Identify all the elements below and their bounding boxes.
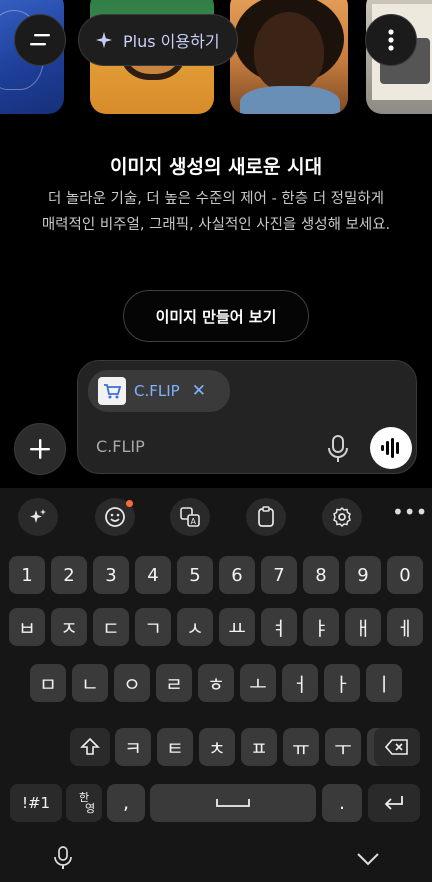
- showcase-image-portrait: [230, 0, 348, 114]
- hero-title: 이미지 생성의 새로운 시대: [109, 156, 323, 178]
- more-horizontal-icon[interactable]: •••: [392, 502, 427, 530]
- clipboard-icon: [258, 506, 274, 527]
- language-english-label: 영: [84, 802, 96, 815]
- letter-key[interactable]: ㅗ: [240, 664, 276, 702]
- backspace-icon: [385, 739, 408, 755]
- letter-key[interactable]: ㅠ: [283, 728, 319, 766]
- letter-key[interactable]: ㅔ: [387, 608, 423, 646]
- space-key[interactable]: [150, 784, 316, 822]
- hide-keyboard-icon[interactable]: [356, 852, 380, 866]
- remove-attachment-icon[interactable]: ✕: [192, 381, 206, 401]
- enter-key[interactable]: [368, 784, 420, 822]
- attachment-thumbnail: [98, 377, 126, 405]
- more-options-button[interactable]: [365, 14, 417, 66]
- letter-key[interactable]: ㅌ: [157, 728, 193, 766]
- symbols-key[interactable]: !#1: [10, 784, 62, 822]
- clipboard-button[interactable]: [246, 498, 286, 536]
- number-key[interactable]: 0: [387, 556, 423, 594]
- menu-button[interactable]: [14, 14, 66, 66]
- number-key[interactable]: 8: [303, 556, 339, 594]
- letter-key[interactable]: ㅍ: [241, 728, 277, 766]
- letter-key[interactable]: ㅎ: [198, 664, 234, 702]
- voice-input-icon[interactable]: [53, 846, 73, 870]
- letter-key[interactable]: ㅋ: [115, 728, 151, 766]
- number-key[interactable]: 1: [9, 556, 45, 594]
- backspace-key[interactable]: [374, 728, 420, 766]
- letter-key[interactable]: ㄷ: [93, 608, 129, 646]
- number-key[interactable]: 7: [261, 556, 297, 594]
- letter-key[interactable]: ㅈ: [51, 608, 87, 646]
- letter-key[interactable]: ㄴ: [72, 664, 108, 702]
- plus-upgrade-label: Plus 이용하기: [123, 32, 220, 51]
- letter-key[interactable]: ㅐ: [345, 608, 381, 646]
- enter-icon: [384, 796, 403, 810]
- letter-key[interactable]: ㅜ: [325, 728, 361, 766]
- letter-key[interactable]: ㅓ: [282, 664, 318, 702]
- plus-icon: [30, 439, 50, 459]
- letter-key[interactable]: ㅕ: [261, 608, 297, 646]
- emoji-button[interactable]: [95, 498, 135, 536]
- space-bar-icon: [216, 799, 250, 807]
- number-key[interactable]: 4: [135, 556, 171, 594]
- cart-icon: [104, 384, 121, 399]
- number-key[interactable]: 9: [345, 556, 381, 594]
- create-image-button[interactable]: 이미지 만들어 보기: [123, 290, 309, 342]
- ai-tools-button[interactable]: [18, 498, 58, 536]
- letter-key[interactable]: ㅊ: [199, 728, 235, 766]
- letter-key[interactable]: ㅣ: [366, 664, 402, 702]
- voice-mode-button[interactable]: [370, 427, 412, 469]
- sparkle-icon: [95, 31, 113, 49]
- language-switch-key[interactable]: 한 영: [66, 784, 102, 822]
- number-key[interactable]: 3: [93, 556, 129, 594]
- add-attachment-button[interactable]: [14, 423, 66, 475]
- letter-key[interactable]: ㅑ: [303, 608, 339, 646]
- svg-text:A: A: [191, 517, 197, 526]
- attachment-label: C.FLIP: [134, 382, 180, 400]
- hero-description: 더 놀라운 기술, 더 높은 수준의 제어 - 한층 더 정밀하게 매력적인 비…: [41, 191, 391, 233]
- number-key[interactable]: 6: [219, 556, 255, 594]
- comma-key[interactable]: ,: [107, 784, 145, 822]
- letter-key[interactable]: ㄱ: [135, 608, 171, 646]
- waveform-icon: [381, 438, 399, 458]
- letter-key[interactable]: ㅅ: [177, 608, 213, 646]
- vertical-dots-icon: [388, 29, 394, 51]
- sparkles-icon: [30, 509, 46, 523]
- letter-key[interactable]: ㅁ: [30, 664, 66, 702]
- letter-key[interactable]: ㅇ: [114, 664, 150, 702]
- keyboard-settings-button[interactable]: [322, 498, 362, 536]
- keyboard-footer: [0, 826, 432, 882]
- plus-upgrade-button[interactable]: Plus 이용하기: [78, 14, 238, 66]
- on-screen-keyboard: A ••• 1234567890 ㅂㅈㄷㄱㅅㅛㅕㅑㅐㅔ ㅁㄴㅇㄹㅎㅗㅓㅏㅣ ㅋㅌ…: [0, 488, 432, 882]
- keyboard-toolbar: A •••: [0, 488, 432, 544]
- message-input[interactable]: C.FLIP: [96, 437, 145, 456]
- number-key[interactable]: 5: [177, 556, 213, 594]
- letter-key[interactable]: ㅏ: [324, 664, 360, 702]
- message-composer: C.FLIP ✕ C.FLIP: [77, 360, 417, 474]
- letter-key[interactable]: ㅛ: [219, 608, 255, 646]
- smiley-icon: [105, 507, 125, 527]
- attachment-chip[interactable]: C.FLIP ✕: [88, 370, 230, 412]
- letter-key[interactable]: ㄹ: [156, 664, 192, 702]
- menu-icon: [30, 34, 50, 46]
- microphone-icon[interactable]: [326, 435, 350, 463]
- translate-button[interactable]: A: [170, 498, 210, 536]
- period-key[interactable]: .: [322, 784, 362, 822]
- number-key[interactable]: 2: [51, 556, 87, 594]
- translate-icon: A: [180, 507, 200, 527]
- shift-icon: [80, 737, 100, 755]
- gear-icon: [333, 506, 351, 528]
- letter-key[interactable]: ㅂ: [9, 608, 45, 646]
- shift-key[interactable]: [70, 728, 110, 766]
